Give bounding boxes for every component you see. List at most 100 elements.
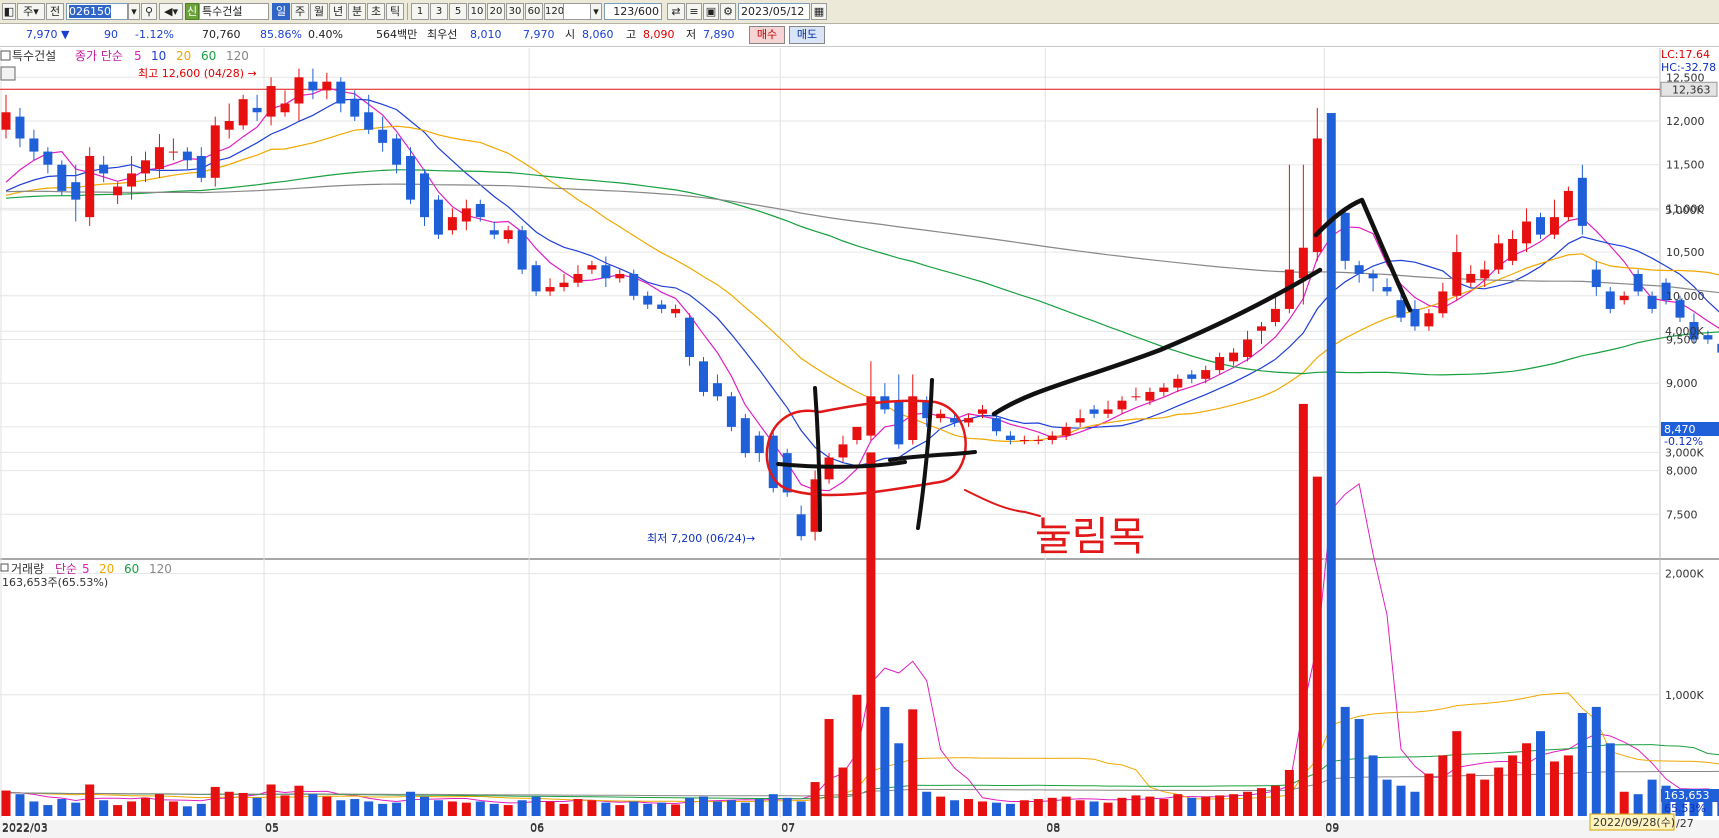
candle-body (280, 103, 290, 113)
volume-bar (699, 796, 708, 816)
volume-bar (1243, 791, 1253, 816)
price-tick-label: 12,000 (1666, 115, 1705, 128)
candle-body (57, 164, 67, 191)
volume-bar (1522, 743, 1532, 816)
volume-bar (364, 801, 374, 816)
volume-bar (824, 719, 834, 816)
volume-bar (740, 802, 750, 816)
volume-bar (224, 791, 234, 816)
volume-bar (1257, 788, 1266, 816)
candle-body (1466, 273, 1476, 283)
low-note-arrow: → (746, 532, 755, 545)
volume-bar (1494, 767, 1504, 816)
candle-body (601, 265, 611, 279)
candle-body (1173, 378, 1183, 388)
volume-bar (210, 786, 220, 816)
candle-body (43, 151, 53, 165)
volume-bar (1536, 731, 1545, 816)
volume-bar (601, 802, 611, 816)
candle-body (894, 400, 904, 445)
volume-bar (15, 794, 25, 816)
candle-body (699, 361, 708, 392)
volume-bar (168, 801, 178, 816)
candle-body (1619, 295, 1629, 301)
volume-bar (1159, 799, 1169, 816)
volume-bar (1354, 719, 1364, 816)
volume-bar (350, 799, 360, 816)
volume-bar (559, 803, 569, 816)
price-tick-label: 9,000 (1666, 377, 1698, 390)
candle-body (447, 217, 457, 231)
candle-body (1075, 418, 1085, 423)
volume-bar (643, 803, 653, 816)
candle-body (964, 418, 974, 423)
candle-body (587, 265, 597, 270)
price-panel-title: 특수건설 (12, 49, 56, 63)
volume-legend-prefix: 단순 (55, 562, 77, 576)
candle-body (1452, 252, 1462, 296)
candle-body (113, 186, 123, 196)
volume-bar (182, 806, 192, 816)
candle-body (224, 121, 234, 130)
volume-bar (1187, 797, 1197, 816)
volume-bar (503, 805, 513, 816)
candle-body (1131, 396, 1141, 398)
candle-body (643, 295, 653, 305)
volume-bar (1103, 802, 1113, 816)
candle-body (1, 112, 11, 130)
volume-bar (517, 800, 527, 816)
candle-body (1257, 326, 1266, 331)
candle-body (1033, 440, 1043, 442)
volume-bar (726, 800, 736, 816)
candle-body (489, 230, 499, 235)
volume-bar (573, 799, 583, 816)
last-change-text: -0.12% (1664, 435, 1703, 448)
candle-body (71, 182, 81, 200)
volume-bar (461, 802, 471, 816)
candle-body (1647, 295, 1657, 309)
high-note: 최고 12,600 (04/28) → (138, 67, 257, 80)
volume-bar (671, 804, 681, 816)
candle-body (350, 99, 360, 117)
legend-ma-120: 120 (226, 49, 249, 63)
volume-bar (657, 802, 667, 816)
candle-body (1536, 217, 1545, 235)
volume-bar (1229, 794, 1239, 816)
lc-label: LC:17.64 (1661, 48, 1710, 61)
candle-body (475, 204, 485, 218)
volume-bar (852, 694, 862, 816)
volume-legend-ma-5: 5 (82, 562, 90, 576)
candle-body (266, 86, 276, 117)
volume-bar (57, 799, 67, 816)
candle-body (154, 147, 164, 170)
hc-label: HC:-32.78 (1661, 61, 1716, 74)
x-axis-label: 06 (530, 822, 544, 835)
volume-bar (685, 797, 695, 816)
candle-body (99, 164, 109, 174)
candle-body (1243, 339, 1253, 357)
candle-body (545, 287, 555, 292)
candle-body (712, 383, 722, 397)
price-legend-prefix: 종가 단순 (75, 49, 123, 63)
candle-body (559, 282, 569, 288)
volume-bar (1284, 769, 1294, 816)
volume-bar (322, 796, 332, 816)
volume-bar (336, 800, 346, 816)
candle-body (657, 304, 667, 309)
stock-chart[interactable]: 12,50012,00011,50011,00010,50010,0009,50… (0, 0, 1719, 838)
volume-bar (154, 794, 164, 816)
candle-body (182, 151, 192, 161)
candle-body (740, 418, 750, 454)
volume-bar (1047, 797, 1057, 816)
candle-body (15, 116, 25, 139)
candle-body (336, 81, 346, 104)
candle-body (1159, 387, 1169, 392)
candle-body (1089, 409, 1099, 414)
legend-ma-5: 5 (134, 49, 142, 63)
volume-bar (71, 802, 81, 816)
candle-body (196, 155, 206, 178)
volume-bar (1089, 801, 1099, 816)
candle-body (1703, 335, 1713, 340)
volume-bar (1549, 761, 1559, 816)
volume-bar (1, 790, 11, 816)
